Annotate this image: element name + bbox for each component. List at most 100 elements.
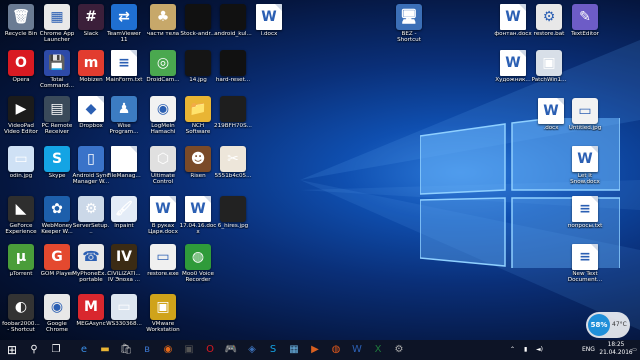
desktop-icon-50[interactable]: ▭ restore.exe [144,244,182,288]
desktop-icon-glyph [220,96,246,122]
desktop-icon-label: MainForm.txt [105,77,143,83]
desktop-icon-56[interactable]: ▭ WS330368... [105,294,143,338]
desktop-icon-23[interactable]: ▶ VideoPad Video Editor [2,96,40,140]
desktop-icon-38[interactable]: ◣ GeForce Experience [2,196,40,240]
desktop-icon-29[interactable]: 219BFH70S... [214,96,252,140]
desktop-icon-glyph [185,4,211,30]
desktop-icon-0[interactable]: 🗑 Recycle Bin [2,4,40,48]
taskbar-app-gamepad[interactable]: 🎮 [223,342,239,358]
desktop-icon-27[interactable]: ◉ LogMeIn Hamachi [144,96,182,140]
desktop-icon-20[interactable]: ▣ PatchWin1... [530,50,568,94]
taskbar-app-word[interactable]: W [349,342,365,358]
desktop-icon-45[interactable]: ≡ попросы.txt [566,196,604,240]
taskbar-app-app-blue[interactable]: ◈ [244,342,260,358]
desktop-icon-label: CIVILIZATI... IV Эпоха ... [107,271,141,284]
desktop-icon-label: части тела [146,31,180,37]
network-icon[interactable]: ▮ [524,340,527,360]
desktop-icon-8[interactable]: 🖥 BEZ - Shortcut [390,4,428,48]
desktop-icon-52[interactable]: ≡ New Text Document... [566,244,604,288]
desktop-icon-43[interactable]: W 17.04.16.docx [179,196,217,240]
desktop-icon-6[interactable]: android_kul... [214,4,252,48]
desktop-icon-4[interactable]: ♣ части тела [144,4,182,48]
desktop-icon-label: Wise Program... [109,123,139,136]
desktop-icon-37[interactable]: ✂ 5551b4c05... [214,146,252,190]
desktop-icon-label: Opera [12,77,30,83]
desktop-icon-13[interactable]: 💾 Total Command... [38,50,76,94]
desktop-icon-glyph: ☎ [78,244,104,270]
desktop-icon-7[interactable]: Wl.docx [250,4,288,48]
desktop-icon-label: WS330368... [106,321,142,327]
desktop-icon-16[interactable]: ◎ DroidCam... [144,50,182,94]
volume-icon[interactable]: ◄) [536,340,543,360]
desktop-icon-57[interactable]: ▣ VMware Workstation [144,294,182,338]
search-icon[interactable]: ⚲ [26,342,42,358]
desktop-icon-glyph: ✂ [220,146,246,172]
desktop-icon-42[interactable]: WВ руках Царя.docx [144,196,182,240]
desktop-icon-18[interactable]: hard-reset... [214,50,252,94]
language-indicator[interactable]: ENG [582,340,595,360]
desktop-icon-9[interactable]: Wфонтан.docx [494,4,532,48]
desktop-icon-53[interactable]: ◐ foobar2000... - Shortcut [2,294,40,338]
desktop-icon-54[interactable]: ◉ Google Chrome [38,294,76,338]
desktop-icon-5[interactable]: Stock-andr... [179,4,217,48]
desktop-icon-21[interactable]: W .docx [532,98,570,142]
taskbar-app-edge[interactable]: e [76,342,92,358]
desktop-icon-label: TextEditor [571,31,599,37]
desktop-icon-glyph: ⬡ [150,146,176,172]
desktop-icon-46[interactable]: µ µTorrent [2,244,40,288]
desktop-icon-17[interactable]: 14.jpg [179,50,217,94]
taskbar-app-skype[interactable]: S [265,342,281,358]
taskbar-app-app-settings[interactable]: ⚙ [391,342,407,358]
desktop-icon-41[interactable]: 🖌 Inpaint [105,196,143,240]
start-button[interactable]: ⊞ [4,342,20,358]
taskbar-app-store[interactable]: 🛍 [118,342,134,358]
taskbar-app-photos[interactable]: ▦ [286,342,302,358]
clock-date: 21.04.2016 [599,349,633,356]
desktop-icon-glyph: O [8,50,34,76]
desktop-icon-51[interactable]: ◍Moo0 Voice Recorder 1.43 [179,244,217,288]
desktop-icon-24[interactable]: ▤ PC Remote Receiver [38,96,76,140]
desktop-icon-31[interactable]: ▭ odin.jpg [2,146,40,190]
desktop-icon-glyph: W [256,4,282,30]
desktop-icon-3[interactable]: ⇄ TeamViewer 11 [105,4,143,48]
taskbar-app-media[interactable]: ▶ [307,342,323,358]
taskbar-app-excel[interactable]: X [370,342,386,358]
desktop-icon-glyph: ◍ [185,244,211,270]
desktop-icon-glyph: ▣ [150,294,176,320]
desktop-icon-label: l.docx [260,31,278,37]
desktop-icon-19[interactable]: W Художник... [494,50,532,94]
desktop-icon-35[interactable]: ⬡ Ultimate Control [144,146,182,190]
desktop-icon-39[interactable]: ✿ WebMoney Keeper W... [38,196,76,240]
desktop-icon-47[interactable]: G GOM Player [38,244,76,288]
desktop-icon-glyph: ☻ [185,146,211,172]
desktop-icon-32[interactable]: S Skype [38,146,76,190]
desktop-icon-10[interactable]: ⚙ restore.bat [530,4,568,48]
desktop-icon-11[interactable]: ✎ TextEditor [566,4,604,48]
desktop-icon-28[interactable]: 📁 NCH Software [179,96,217,140]
desktop-icon-26[interactable]: ♟ Wise Program... [105,96,143,140]
notification-icon[interactable]: ▭ [632,340,637,360]
desktop-icon-label: Untitled.jpg [568,125,602,131]
desktop-icon-30[interactable]: W Let It Snow.docx [566,146,604,190]
desktop-icon-15[interactable]: ≡ MainForm.txt [105,50,143,94]
desktop-icon-44[interactable]: 6_hires.jpg [214,196,252,240]
taskbar-app-app-orange[interactable]: ◍ [328,342,344,358]
desktop-icon-1[interactable]: ▦ Chrome App Launcher [38,4,76,48]
task-view-icon[interactable]: ❐ [48,342,64,358]
clock[interactable]: 18:25 21.04.2016 [598,342,634,357]
desktop-icon-36[interactable]: ☻ Risen [179,146,217,190]
desktop-icon-34[interactable]: FileManag... [105,146,143,190]
taskbar-app-bluetooth-app[interactable]: ʙ [139,342,155,358]
desktop-icon-glyph: W [538,98,564,124]
taskbar-app-app-dark[interactable]: ▣ [181,342,197,358]
desktop-icon-label: PatchWin1... [531,77,567,83]
desktop-icon-22[interactable]: ▭ Untitled.jpg [566,98,604,142]
taskbar-app-opera[interactable]: O [202,342,218,358]
desktop-icon-label: TeamViewer 11 [107,31,141,44]
desktop-icon-12[interactable]: O Opera [2,50,40,94]
system-monitor-widget[interactable]: 58% 47°C [586,312,630,338]
taskbar-app-explorer[interactable]: ▬ [97,342,113,358]
tray-overflow-icon[interactable]: ⌃ [510,340,515,360]
desktop-icon-49[interactable]: IV CIVILIZATI... IV Эпоха ... [105,244,143,288]
taskbar-app-firefox[interactable]: ◉ [160,342,176,358]
